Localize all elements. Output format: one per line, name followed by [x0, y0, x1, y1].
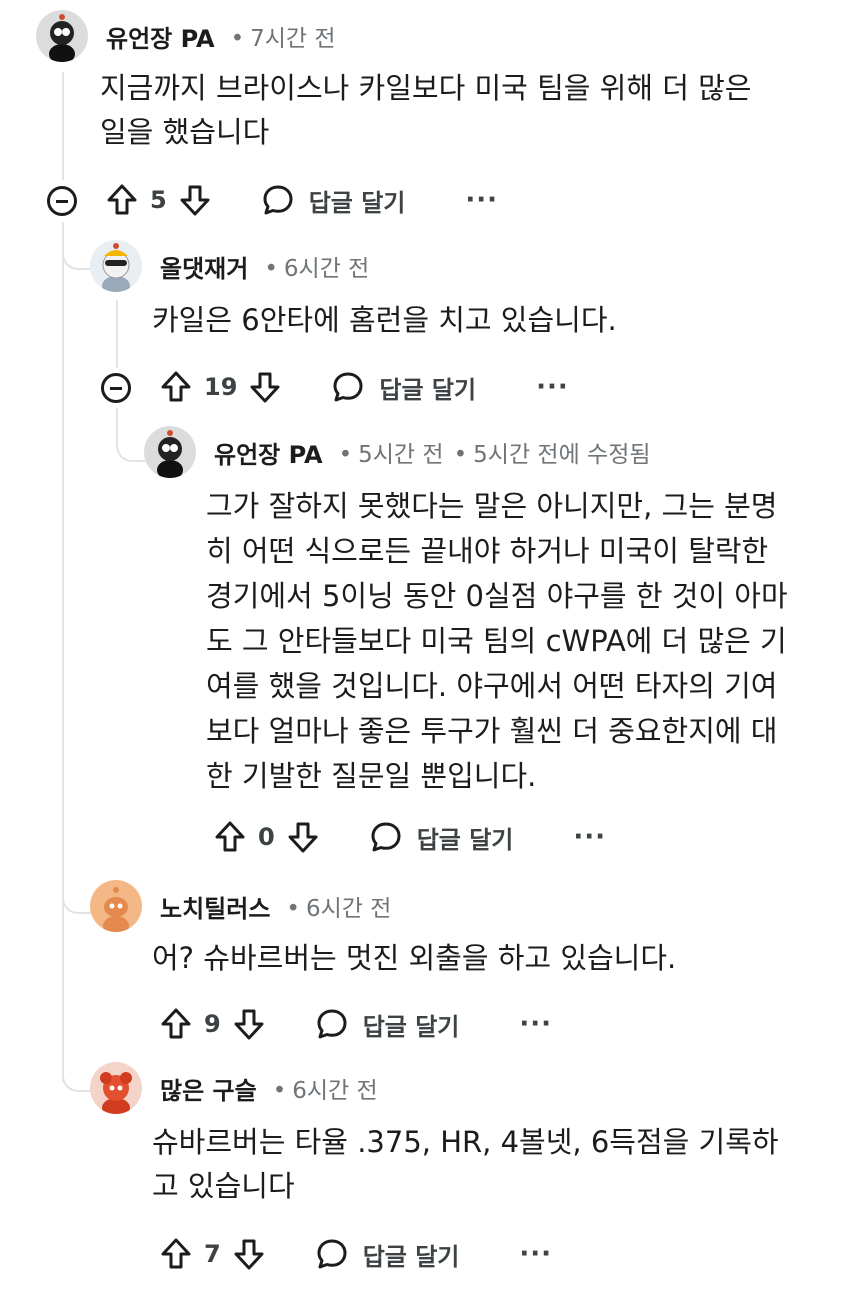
reply-button[interactable]: 답글 달기: [261, 183, 405, 218]
downvote-icon[interactable]: [233, 1007, 265, 1041]
comment-author[interactable]: 많은 구슬: [160, 1071, 257, 1106]
reply-button[interactable]: 답글 달기: [331, 370, 476, 405]
avatar[interactable]: [90, 880, 142, 932]
thread-line-root: [62, 72, 64, 180]
comment-body: 슈바르버는 타율 .375, HR, 4볼넷, 6득점을 기록하 고 있습니다: [152, 1125, 779, 1203]
more-options-button[interactable]: ···: [519, 1239, 552, 1269]
comment-author[interactable]: 유언장 PA: [106, 19, 215, 54]
upvote-icon[interactable]: [160, 1237, 192, 1271]
comment-bubble-icon: [263, 185, 293, 215]
downvote-icon[interactable]: [249, 370, 281, 404]
comment-actions: 0 답글 달기 ···: [214, 817, 606, 857]
vote-count: 9: [204, 1010, 221, 1038]
vote-count: 5: [150, 186, 167, 214]
vote-count: 19: [204, 373, 238, 401]
thread-line-root-lower: [62, 222, 64, 1082]
comment-body: 카일은 6안타에 홈런을 치고 있습니다.: [152, 303, 617, 337]
more-options-button[interactable]: ···: [536, 372, 569, 402]
comment-author[interactable]: 노치틸러스: [160, 889, 270, 924]
collapse-button[interactable]: [101, 373, 131, 403]
comment-author[interactable]: 유언장 PA: [214, 435, 323, 470]
avatar[interactable]: [36, 10, 88, 62]
downvote-icon[interactable]: [287, 820, 319, 854]
comment-actions: 19 답글 달기 ···: [160, 367, 569, 407]
upvote-icon[interactable]: [160, 1007, 192, 1041]
avatar[interactable]: [144, 426, 196, 478]
thread-line-level2: [116, 300, 118, 368]
comment-edited: • 5시간 전에 수정됨: [453, 442, 651, 468]
comment-time: • 5시간 전: [338, 442, 444, 468]
upvote-icon[interactable]: [214, 820, 246, 854]
reply-button[interactable]: 답글 달기: [315, 1007, 459, 1042]
comment-body: 지금까지 브라이스나 카일보다 미국 팀을 위해 더 많은 일을 했습니다: [100, 71, 752, 149]
avatar[interactable]: [90, 1062, 142, 1114]
avatar[interactable]: [90, 240, 142, 292]
comment-bubble-icon: [317, 1009, 347, 1039]
comment-bubble-icon: [371, 822, 401, 852]
vote-count: 7: [204, 1240, 221, 1268]
comment-bubble-icon: [333, 372, 363, 402]
more-options-button[interactable]: ···: [519, 1009, 552, 1039]
downvote-icon[interactable]: [233, 1237, 265, 1271]
comment-time: • 6시간 전: [264, 256, 370, 282]
more-options-button[interactable]: ···: [573, 822, 606, 852]
reply-button[interactable]: 답글 달기: [369, 820, 513, 855]
comment-time: • 7시간 전: [230, 26, 336, 52]
collapse-button[interactable]: [47, 186, 77, 216]
upvote-icon[interactable]: [106, 183, 138, 217]
comment-actions: 7 답글 달기 ···: [160, 1234, 552, 1274]
upvote-icon[interactable]: [160, 370, 192, 404]
reply-button[interactable]: 답글 달기: [315, 1237, 459, 1272]
comment-actions: 5 답글 달기 ···: [106, 180, 498, 220]
comment-author[interactable]: 올댓재거: [160, 249, 248, 284]
comment-body: 그가 잘하지 못했다는 말은 아니지만, 그는 분명 히 어떤 식으로든 끝내야…: [206, 489, 788, 793]
comment-time: • 6시간 전: [272, 1078, 378, 1104]
comment-time: • 6시간 전: [286, 896, 392, 922]
downvote-icon[interactable]: [179, 183, 211, 217]
vote-count: 0: [258, 823, 275, 851]
comment-actions: 9 답글 달기 ···: [160, 1004, 552, 1044]
comment-bubble-icon: [317, 1239, 347, 1269]
comment-body: 어? 슈바르버는 멋진 외출을 하고 있습니다.: [152, 941, 677, 975]
more-options-button[interactable]: ···: [465, 185, 498, 215]
